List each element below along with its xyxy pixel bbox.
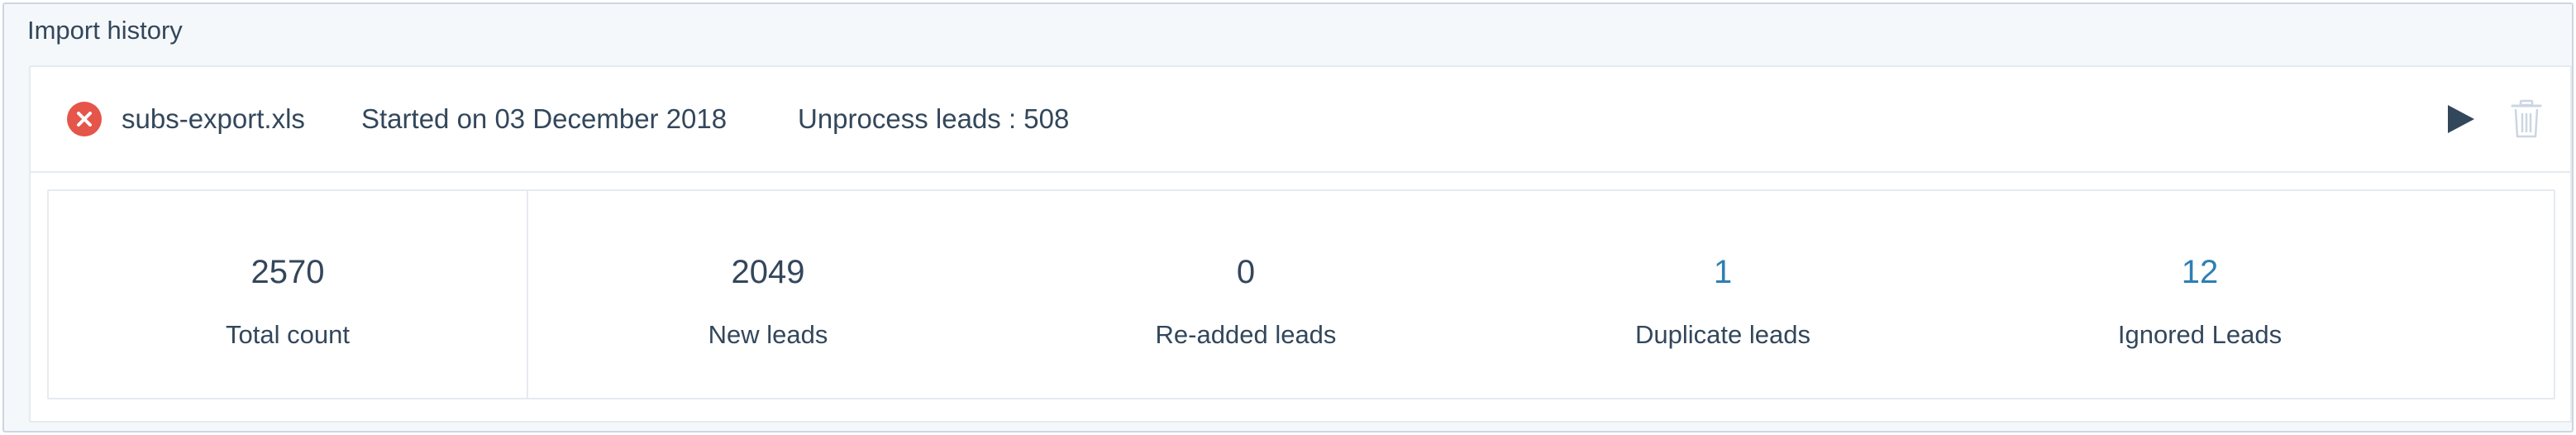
started-on-date: Started on 03 December 2018 bbox=[361, 103, 727, 134]
delete-import-button[interactable] bbox=[2509, 98, 2544, 140]
stat-duplicate-leads: 1 Duplicate leads bbox=[1484, 191, 1962, 398]
stat-value: 0 bbox=[1236, 254, 1256, 290]
import-card-header: subs-export.xls Started on 03 December 2… bbox=[31, 67, 2570, 173]
stat-new-leads: 2049 New leads bbox=[528, 191, 1008, 398]
ignored-leads-link[interactable]: 12 bbox=[1962, 251, 2438, 294]
trash-icon bbox=[2511, 99, 2542, 138]
duplicate-leads-link[interactable]: 1 bbox=[1484, 251, 1962, 294]
stat-total-count: 2570 Total count bbox=[49, 191, 528, 398]
import-history-panel: Import history subs-export.xls Started o… bbox=[2, 2, 2574, 433]
file-name: subs-export.xls bbox=[122, 103, 305, 134]
stat-ignored-leads: 12 Ignored Leads bbox=[1962, 191, 2438, 398]
import-stats: 2570 Total count 2049 New leads 0 Re-add… bbox=[47, 189, 2555, 399]
stat-value: 2049 bbox=[731, 254, 805, 290]
stat-label: Duplicate leads bbox=[1635, 320, 1810, 349]
stat-re-added-leads: 0 Re-added leads bbox=[1008, 191, 1484, 398]
unprocess-leads-count: Unprocess leads : 508 bbox=[798, 103, 1070, 134]
stat-label: Total count bbox=[226, 320, 350, 349]
error-x-circle-icon bbox=[67, 102, 102, 136]
stat-label: Ignored Leads bbox=[2117, 320, 2283, 349]
stat-label: New leads bbox=[708, 320, 828, 349]
import-card: subs-export.xls Started on 03 December 2… bbox=[29, 65, 2572, 423]
resume-import-button[interactable] bbox=[2443, 100, 2479, 138]
stat-label: Re-added leads bbox=[1155, 320, 1337, 349]
stat-value: 2570 bbox=[250, 254, 325, 290]
play-icon bbox=[2448, 105, 2474, 133]
panel-title: Import history bbox=[27, 16, 183, 45]
